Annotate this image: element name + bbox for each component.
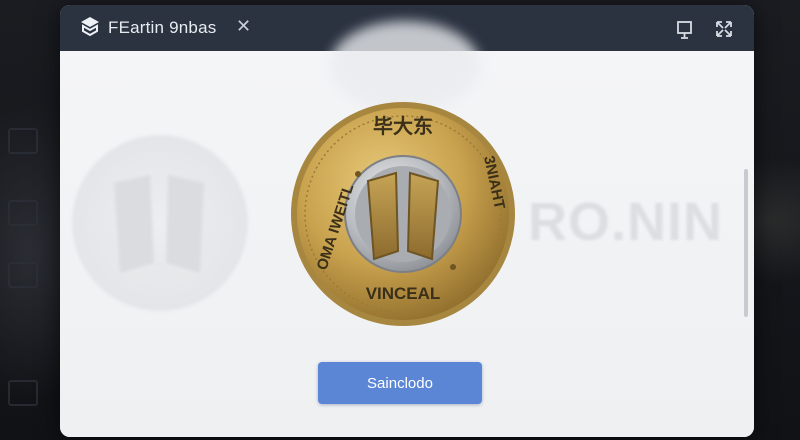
scrollbar[interactable] (744, 169, 748, 317)
expand-icon[interactable] (713, 18, 735, 40)
coin-bottom-text: VINCEAL (366, 284, 441, 303)
background-watermark-text: RO.NIN (528, 192, 723, 252)
primary-action-button[interactable]: Sainсlodo (318, 362, 482, 404)
pin-icon[interactable] (674, 18, 696, 40)
app-logo-icon (81, 17, 99, 37)
background-icon (8, 200, 38, 226)
coin-image: 毕大东 OMA IWEITL 3NIAHT VINCEAL (291, 102, 515, 326)
background-blur (330, 21, 480, 111)
background-icon (8, 262, 38, 288)
background-icon (8, 128, 38, 154)
app-window: FEartin 9nbas ✕ RO.NIN 毕大东 OMA IWEITL 3N… (60, 5, 754, 437)
window-title: FEartin 9nbas (108, 18, 217, 37)
close-icon[interactable]: ✕ (236, 16, 251, 37)
background-icon (8, 380, 38, 406)
background-coin-ghost (72, 135, 248, 311)
content-area: RO.NIN 毕大东 OMA IWEITL 3NIAHT VINCEAL Sai… (60, 21, 754, 437)
coin-top-text: 毕大东 (373, 114, 433, 138)
